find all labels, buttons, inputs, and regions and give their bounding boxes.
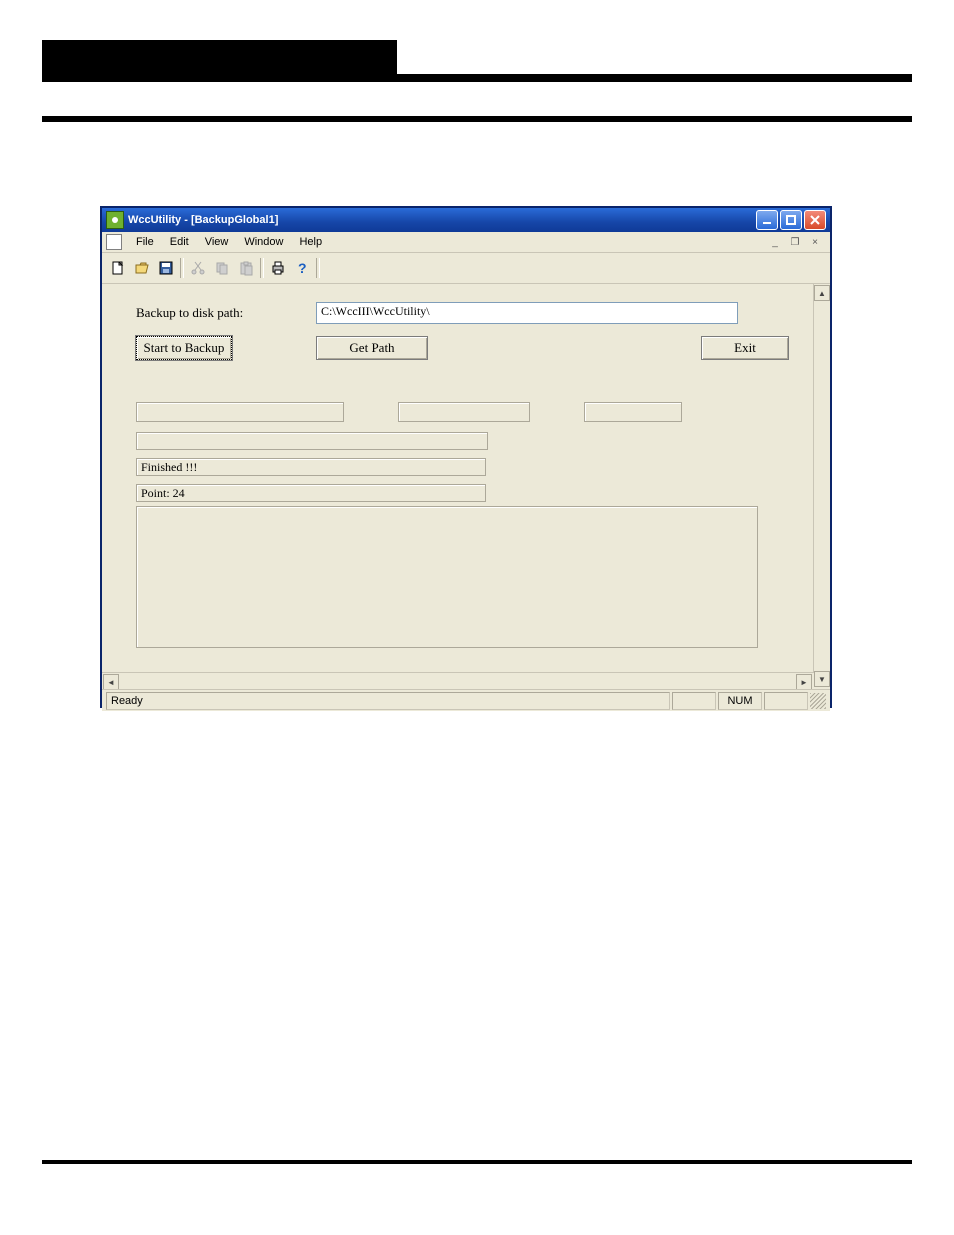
mdi-restore-icon[interactable]: ❐	[788, 235, 802, 249]
log-area	[136, 506, 758, 648]
scroll-left-icon[interactable]: ◄	[103, 674, 119, 689]
header-rule-thick	[42, 74, 912, 82]
window-title: WccUtility - [BackupGlobal1]	[128, 214, 278, 226]
header-rule-thin	[42, 116, 912, 122]
app-icon	[106, 211, 124, 229]
progress-cell-1	[136, 402, 344, 422]
app-window: WccUtility - [BackupGlobal1] File Edit V…	[100, 206, 832, 708]
save-icon[interactable]	[154, 256, 178, 280]
new-icon[interactable]	[106, 256, 130, 280]
copy-icon	[210, 256, 234, 280]
scroll-up-icon[interactable]: ▲	[814, 285, 830, 301]
progress-cell-2	[398, 402, 530, 422]
progress-bar	[136, 432, 488, 450]
maximize-button[interactable]	[780, 210, 802, 230]
toolbar: ?	[102, 253, 830, 284]
menu-file[interactable]: File	[128, 234, 162, 250]
finished-status: Finished !!!	[136, 458, 486, 476]
menubar: File Edit View Window Help _ ❐ ×	[102, 232, 830, 253]
titlebar[interactable]: WccUtility - [BackupGlobal1]	[102, 208, 830, 232]
help-icon[interactable]: ?	[290, 256, 314, 280]
mdi-close-icon[interactable]: ×	[808, 235, 822, 249]
vertical-scrollbar[interactable]: ▲ ▼	[813, 284, 830, 689]
menu-edit[interactable]: Edit	[162, 234, 197, 250]
get-path-button[interactable]: Get Path	[316, 336, 428, 360]
scroll-down-icon[interactable]: ▼	[814, 671, 830, 687]
status-ready: Ready	[106, 692, 670, 710]
progress-cell-3	[584, 402, 682, 422]
client-area: Backup to disk path: C:\WccIII\WccUtilit…	[102, 284, 830, 689]
close-button[interactable]	[804, 210, 826, 230]
resize-grip-icon[interactable]	[810, 693, 826, 709]
cut-icon	[186, 256, 210, 280]
exit-button[interactable]: Exit	[701, 336, 789, 360]
print-icon[interactable]	[266, 256, 290, 280]
start-backup-button[interactable]: Start to Backup	[136, 336, 232, 360]
menu-help[interactable]: Help	[291, 234, 330, 250]
scroll-right-icon[interactable]: ►	[796, 674, 812, 689]
svg-text:?: ?	[298, 260, 307, 276]
status-empty-1	[672, 692, 716, 710]
footer-rule	[42, 1160, 912, 1164]
open-icon[interactable]	[130, 256, 154, 280]
horizontal-scrollbar[interactable]: ◄ ►	[102, 672, 814, 689]
status-empty-2	[764, 692, 808, 710]
menu-window[interactable]: Window	[236, 234, 291, 250]
menu-view[interactable]: View	[197, 234, 237, 250]
mdi-minimize-icon[interactable]: _	[768, 235, 782, 249]
statusbar: Ready NUM	[102, 689, 830, 711]
path-input[interactable]: C:\WccIII\WccUtility\	[316, 302, 738, 324]
minimize-button[interactable]	[756, 210, 778, 230]
paste-icon	[234, 256, 258, 280]
mdi-doc-icon[interactable]	[106, 234, 122, 250]
path-label: Backup to disk path:	[136, 305, 316, 321]
point-status: Point: 24	[136, 484, 486, 502]
status-num: NUM	[718, 692, 762, 710]
